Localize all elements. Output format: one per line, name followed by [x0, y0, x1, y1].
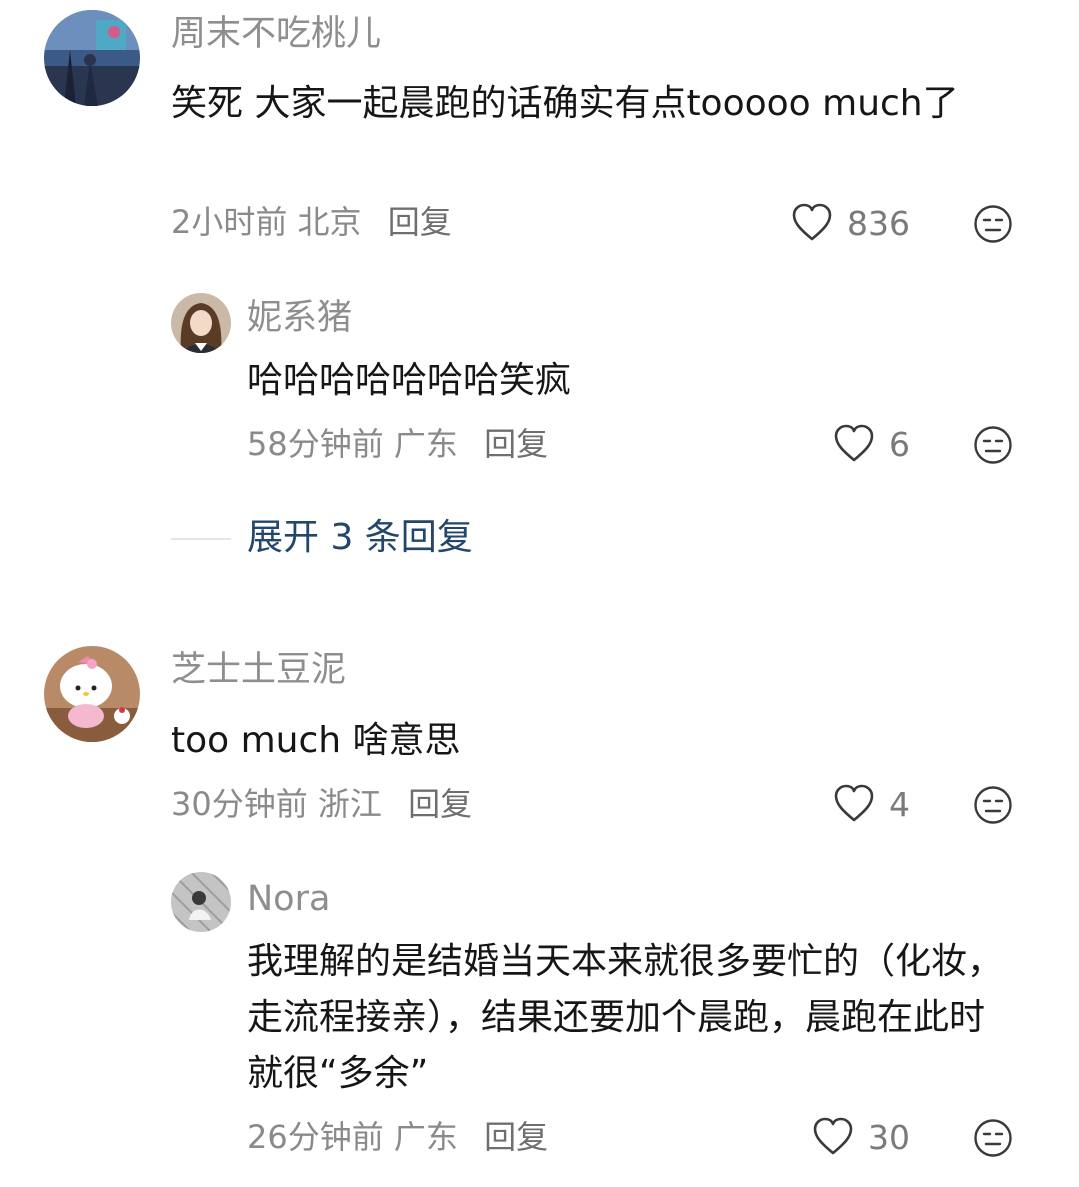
- heart-outline-icon: [834, 784, 874, 822]
- username[interactable]: 妮系猪: [247, 296, 352, 340]
- avatar[interactable]: [44, 10, 140, 106]
- frown-face-icon: [974, 426, 1012, 464]
- comment-meta: 30分钟前 浙江 回复: [171, 784, 472, 824]
- comment-content: too much 啥意思: [171, 720, 461, 761]
- comment-meta: 58分钟前 广东 回复: [247, 424, 548, 464]
- comment-location: 北京: [297, 203, 362, 241]
- comment-location: 广东: [393, 1118, 458, 1156]
- frown-face-icon: [974, 1119, 1012, 1157]
- comment-content: 笑死 大家一起晨跑的话确实有点tooooo much了: [171, 83, 959, 124]
- comment-content: 哈哈哈哈哈哈哈笑疯: [247, 360, 572, 401]
- expand-replies-link[interactable]: 展开 3 条回复: [247, 516, 473, 560]
- comment-time: 2小时前: [171, 203, 288, 241]
- username[interactable]: Nora: [247, 877, 330, 921]
- like-button[interactable]: 836: [770, 201, 910, 245]
- comment-meta: 2小时前 北京 回复: [171, 202, 452, 242]
- like-button[interactable]: 6: [770, 422, 910, 466]
- like-count: 6: [889, 424, 910, 464]
- avatar[interactable]: [44, 646, 140, 742]
- username[interactable]: 周末不吃桃儿: [171, 12, 381, 56]
- comment-location: 浙江: [317, 785, 382, 823]
- like-button[interactable]: 30: [770, 1115, 910, 1159]
- like-count: 30: [868, 1117, 910, 1157]
- reply-button[interactable]: 回复: [484, 425, 548, 463]
- heart-outline-icon: [792, 203, 832, 241]
- reply-button[interactable]: 回复: [484, 1118, 548, 1156]
- dislike-button[interactable]: [973, 1118, 1013, 1158]
- username[interactable]: 芝士土豆泥: [171, 648, 346, 692]
- dislike-button[interactable]: [973, 425, 1013, 465]
- comment-time: 58分钟前: [247, 425, 384, 463]
- like-count: 836: [847, 203, 910, 243]
- reply-button[interactable]: 回复: [388, 203, 452, 241]
- like-count: 4: [889, 784, 910, 824]
- heart-outline-icon: [834, 424, 874, 462]
- heart-outline-icon: [813, 1117, 853, 1155]
- comment-time: 30分钟前: [171, 785, 308, 823]
- comment-meta: 26分钟前 广东 回复: [247, 1117, 548, 1157]
- avatar[interactable]: [171, 872, 231, 932]
- dislike-button[interactable]: [973, 204, 1013, 244]
- frown-face-icon: [974, 786, 1012, 824]
- like-button[interactable]: 4: [770, 782, 910, 826]
- frown-face-icon: [974, 205, 1012, 243]
- comment-location: 广东: [393, 425, 458, 463]
- dislike-button[interactable]: [973, 785, 1013, 825]
- reply-button[interactable]: 回复: [408, 785, 472, 823]
- comment-content: 我理解的是结婚当天本来就很多要忙的（化妆，走流程接亲），结果还要加个晨跑，晨跑在…: [247, 941, 1004, 1094]
- expand-divider: [171, 538, 231, 540]
- comment-time: 26分钟前: [247, 1118, 384, 1156]
- avatar[interactable]: [171, 293, 231, 353]
